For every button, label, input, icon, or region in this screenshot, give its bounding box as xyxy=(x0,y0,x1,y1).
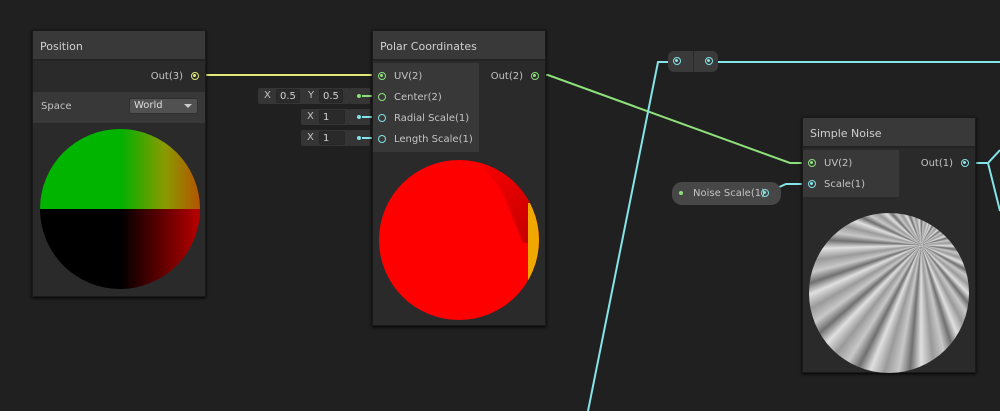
radial-scale-field[interactable]: X 1 xyxy=(301,109,350,125)
center-connector xyxy=(350,88,372,104)
length-scale-port[interactable] xyxy=(378,135,386,143)
center-x-input[interactable]: 0.5 xyxy=(276,89,300,103)
center-y-input[interactable]: 0.5 xyxy=(319,89,343,103)
scale-port[interactable] xyxy=(808,180,816,188)
space-label: Space xyxy=(41,101,72,112)
position-node[interactable]: Position Out(3) Space World xyxy=(32,30,206,297)
chevron-down-icon xyxy=(184,104,192,112)
out-port[interactable] xyxy=(531,72,539,80)
uv-label: UV(2) xyxy=(394,71,423,82)
center-field[interactable]: X 0.5 Y 0.5 xyxy=(258,88,350,104)
x-label: X xyxy=(307,111,314,122)
length-scale-label: Length Scale(1) xyxy=(394,134,473,145)
out-port[interactable] xyxy=(191,72,199,80)
noise-scale-property[interactable]: Noise Scale(1) xyxy=(672,182,781,205)
length-scale-input[interactable]: 1 xyxy=(319,131,345,145)
y-label: Y xyxy=(308,90,315,101)
radial-connector xyxy=(350,109,372,125)
preview xyxy=(40,129,200,289)
length-scale-field[interactable]: X 1 xyxy=(301,130,350,146)
node-title: Polar Coordinates xyxy=(373,31,545,61)
node-title: Simple Noise xyxy=(803,118,975,148)
uv-port[interactable] xyxy=(808,159,816,167)
center-label: Center(2) xyxy=(394,92,442,103)
out-label: Out(1) xyxy=(920,158,953,169)
divider xyxy=(693,51,694,72)
redirect-out-port[interactable] xyxy=(705,57,713,65)
space-dropdown[interactable]: World xyxy=(129,98,198,114)
uv-port[interactable] xyxy=(378,72,386,80)
preview xyxy=(379,160,539,320)
node-title: Position xyxy=(33,31,205,61)
x-label: X xyxy=(307,132,314,143)
polar-coordinates-node[interactable]: Polar Coordinates UV(2) Center(2) Radial… xyxy=(372,30,546,326)
length-connector xyxy=(350,130,372,146)
out-label: Out(2) xyxy=(490,71,523,82)
radial-scale-input[interactable]: 1 xyxy=(319,110,345,124)
wire-redirect-in xyxy=(587,61,676,411)
preview xyxy=(809,213,969,373)
property-label: Noise Scale(1) xyxy=(693,188,765,199)
simple-noise-node[interactable]: Simple Noise UV(2) Scale(1) Out(1) xyxy=(802,117,976,373)
scale-label: Scale(1) xyxy=(824,179,866,190)
redirect-node[interactable] xyxy=(668,51,718,72)
property-dot xyxy=(679,191,683,195)
property-out-port[interactable] xyxy=(761,189,769,197)
wire-polar-to-noise-uv xyxy=(536,74,812,164)
x-label: X xyxy=(264,90,271,101)
center-port[interactable] xyxy=(378,93,386,101)
redirect-in-port[interactable] xyxy=(673,57,681,65)
radial-scale-port[interactable] xyxy=(378,114,386,122)
radial-scale-label: Radial Scale(1) xyxy=(394,113,470,124)
out-label: Out(3) xyxy=(150,71,183,82)
space-value: World xyxy=(134,100,163,111)
out-port[interactable] xyxy=(961,159,969,167)
uv-label: UV(2) xyxy=(824,158,853,169)
